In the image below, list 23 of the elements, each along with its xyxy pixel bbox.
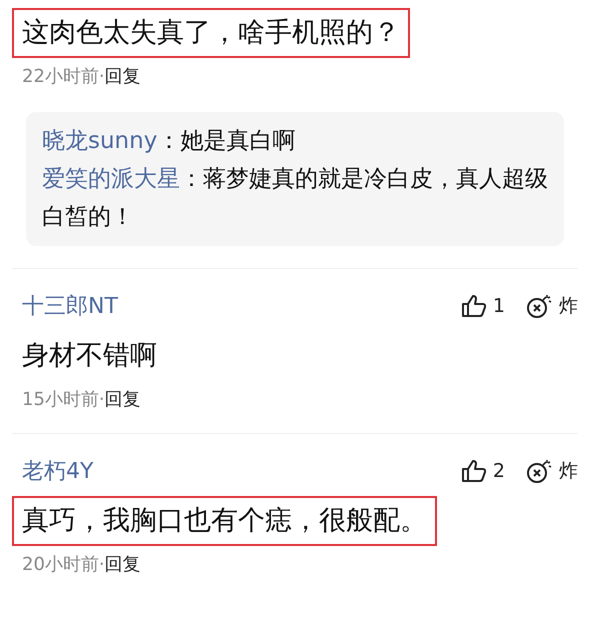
bury-label[interactable]: 炸 [559, 293, 578, 319]
like-count: 2 [492, 460, 505, 482]
reply-link[interactable]: 回复 [104, 389, 141, 410]
comment-text: 真巧，我胸口也有个痣，很般配。 [12, 496, 437, 546]
username-link[interactable]: 老朽4Y [22, 456, 94, 486]
username-link[interactable]: 十三郎NT [22, 291, 118, 321]
bomb-icon[interactable] [525, 293, 553, 319]
comment-text: 身材不错啊 [21, 339, 158, 373]
thumbs-up-icon[interactable] [460, 459, 487, 483]
reply-text: 晓龙sunny：她是真白啊 [42, 127, 296, 156]
like-count: 1 [492, 295, 505, 317]
username-link[interactable]: 爱笑的派大星 [42, 166, 180, 192]
username-link[interactable]: 晓龙sunny [42, 128, 158, 154]
bury-label[interactable]: 炸 [559, 458, 578, 484]
timestamp: 15小时前· [22, 389, 105, 410]
thumbs-up-icon[interactable] [460, 294, 487, 318]
timestamp: 22小时前· [22, 66, 105, 87]
timestamp: 20小时前· [22, 554, 105, 575]
bomb-icon[interactable] [525, 458, 553, 484]
comment-text: 这肉色太失真了，啥手机照的？ [12, 8, 410, 58]
reply-link[interactable]: 回复 [104, 554, 141, 575]
reply-link[interactable]: 回复 [104, 66, 141, 87]
reply-text: 爱笑的派大星：蒋梦婕真的就是冷白皮，真人超级白皙的！ [42, 165, 548, 232]
